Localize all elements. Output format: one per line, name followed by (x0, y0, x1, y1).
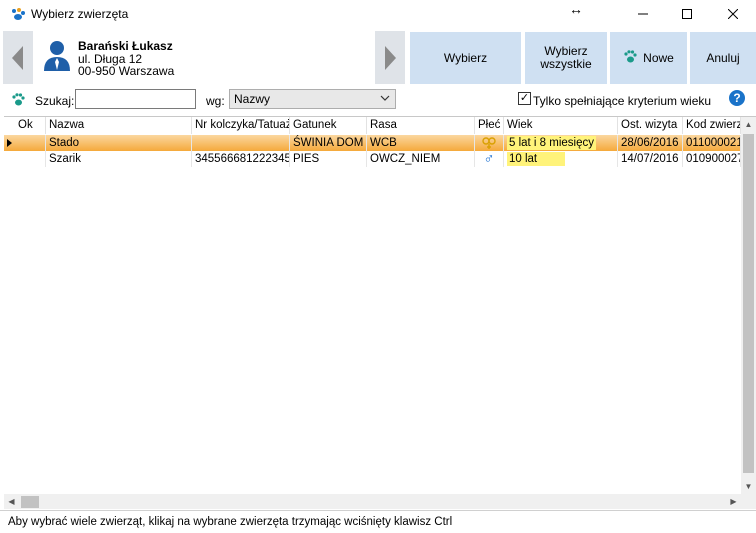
new-animal-label: Nowe (643, 50, 674, 65)
previous-owner-button[interactable] (3, 31, 33, 84)
mixed-sex-icon (481, 137, 497, 151)
status-text: Aby wybrać wiele zwierząt, klikaj na wyb… (8, 516, 453, 528)
status-bar: Aby wybrać wiele zwierząt, klikaj na wyb… (0, 510, 756, 533)
column-species[interactable]: Gatunek (290, 117, 367, 134)
window-title: Wybierz zwierzęta (31, 7, 129, 21)
cell-animal-code: 011000021 (683, 135, 741, 151)
age-value: 10 lat (507, 152, 565, 166)
paw-icon (623, 50, 637, 66)
maximize-button[interactable] (664, 0, 710, 28)
select-all-button[interactable]: Wybierz wszystkie (525, 32, 607, 84)
maximize-icon (682, 9, 692, 19)
cell-breed: WCB (367, 135, 475, 151)
grid-header: Ok Nazwa Nr kolczyka/Tatuaż Gatunek Rasa… (4, 117, 756, 134)
owner-avatar-icon (42, 39, 72, 71)
help-icon[interactable]: ? (729, 90, 745, 106)
arrow-left-icon (12, 45, 23, 70)
scroll-up-icon[interactable]: ▲ (741, 117, 756, 132)
male-icon: ♂ (475, 151, 504, 167)
cell-name: Stado (46, 135, 192, 151)
column-breed[interactable]: Rasa (367, 117, 475, 134)
cell-ok[interactable] (4, 135, 46, 151)
minimize-button[interactable] (620, 0, 666, 28)
cell-animal-code: 010900027 (683, 151, 741, 167)
column-name[interactable]: Nazwa (46, 117, 192, 134)
horizontal-scroll-thumb[interactable] (21, 496, 39, 508)
search-label: Szukaj: (35, 94, 75, 108)
select-button[interactable]: Wybierz (410, 32, 521, 84)
column-sex[interactable]: Płeć (475, 117, 504, 134)
animals-grid: Ok Nazwa Nr kolczyka/Tatuaż Gatunek Rasa… (4, 116, 756, 509)
cancel-button[interactable]: Anuluj (690, 32, 756, 84)
resize-icon: ↔ (569, 1, 583, 17)
column-animal-code[interactable]: Kod zwierzęcia (683, 117, 741, 134)
cell-sex (475, 135, 504, 151)
search-by-label: wg: (206, 94, 225, 108)
cell-species: PIES (290, 151, 367, 167)
scroll-right-icon[interactable]: ▶ (726, 494, 741, 509)
cell-ok[interactable] (4, 151, 46, 167)
search-input[interactable] (75, 89, 196, 109)
app-paw-icon (10, 7, 26, 21)
cell-last-visit: 14/07/2016 (618, 151, 683, 167)
title-bar: Wybierz zwierzęta ↔ (0, 0, 756, 28)
table-row[interactable]: Stado ŚWINIA DOM WCB 5 lat i 8 miesięcy … (4, 135, 741, 151)
cell-tag-number: 345566681222345 (192, 151, 290, 167)
column-tag-number[interactable]: Nr kolczyka/Tatuaż (192, 117, 290, 134)
scroll-down-icon[interactable]: ▼ (741, 479, 756, 494)
owner-name: Barański Łukasz (78, 39, 173, 53)
next-owner-button[interactable] (375, 31, 405, 84)
cell-age: 5 lat i 8 miesięcy (504, 135, 618, 151)
close-button[interactable] (710, 0, 756, 28)
search-row: Szukaj: wg: Nazwy ✓ Tylko spełniające kr… (0, 88, 756, 114)
horizontal-scrollbar[interactable]: ◀ ▶ (4, 494, 741, 509)
cell-breed: OWCZ_NIEM (367, 151, 475, 167)
table-row[interactable]: Szarik 345566681222345 PIES OWCZ_NIEM ♂ … (4, 151, 741, 167)
owner-city: 00-950 Warszawa (78, 64, 175, 78)
scrollbar-corner (741, 494, 756, 509)
vertical-scroll-thumb[interactable] (743, 134, 754, 473)
select-all-label: Wybierz wszystkie (540, 44, 592, 71)
owner-header: Barański Łukasz ul. Długa 12 00-950 Wars… (0, 29, 756, 85)
age-filter-checkbox[interactable]: ✓ (518, 92, 531, 105)
cell-last-visit: 28/06/2016 (618, 135, 683, 151)
new-animal-button[interactable]: Nowe (610, 32, 687, 84)
arrow-right-icon (385, 45, 396, 70)
column-age[interactable]: Wiek (504, 117, 618, 134)
chevron-down-icon (380, 92, 390, 106)
search-paw-icon (11, 93, 25, 109)
search-by-value: Nazwy (234, 92, 271, 106)
scroll-left-icon[interactable]: ◀ (4, 494, 19, 509)
cell-tag-number (192, 135, 290, 151)
cell-name: Szarik (46, 151, 192, 167)
close-icon (728, 9, 738, 19)
column-ok[interactable]: Ok (4, 117, 46, 134)
vertical-scrollbar[interactable]: ▲ ▼ (741, 117, 756, 494)
minimize-icon (638, 13, 648, 15)
age-value: 5 lat i 8 miesięcy (507, 136, 597, 150)
age-filter-label: Tylko spełniające kryterium wieku (533, 94, 712, 108)
column-last-visit[interactable]: Ost. wizyta (618, 117, 683, 134)
cell-species: ŚWINIA DOM (290, 135, 367, 151)
search-by-select[interactable]: Nazwy (229, 89, 396, 109)
cell-age: 10 lat (504, 151, 618, 167)
